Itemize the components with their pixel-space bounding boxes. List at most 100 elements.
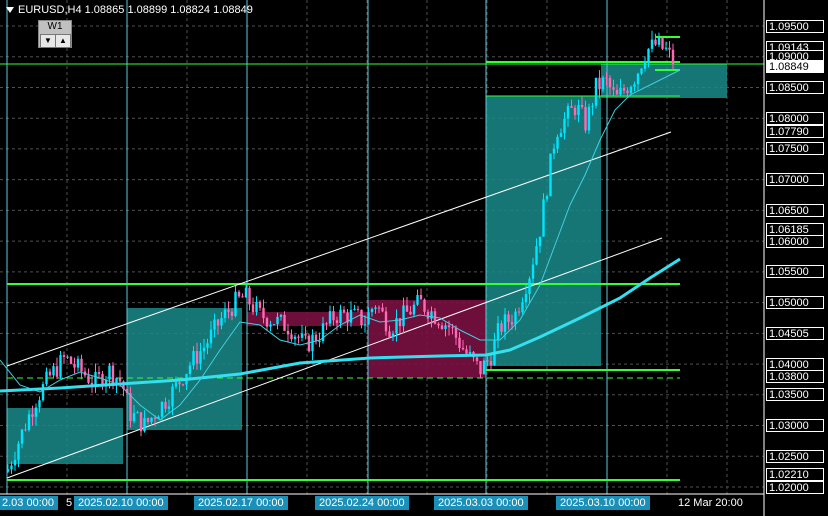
candle-bull <box>188 365 192 375</box>
candle-bull <box>391 333 395 338</box>
candle-bear <box>409 311 412 315</box>
candle-bull <box>34 407 38 417</box>
candle-bear <box>265 318 269 327</box>
candle-bear <box>181 384 185 386</box>
candle-bear <box>241 296 244 298</box>
candle-bear <box>342 309 346 313</box>
candle-bull <box>279 314 283 317</box>
candle-bull <box>213 319 216 330</box>
candle-bull <box>601 77 605 90</box>
candle-bull <box>629 86 633 94</box>
candle-bull <box>552 148 556 154</box>
candle-bear <box>69 356 73 364</box>
dropdown-triangle-icon[interactable] <box>6 7 14 14</box>
candle-bull <box>66 356 69 358</box>
candle-bear <box>598 77 601 90</box>
candle-bull <box>524 294 528 303</box>
candle-bear <box>447 325 451 328</box>
candle-bear <box>139 412 143 432</box>
candle-bear <box>286 330 290 335</box>
candle-bull <box>594 77 598 106</box>
price-label: 1.08849 <box>766 59 824 73</box>
candle-bear <box>584 106 587 131</box>
candle-bear <box>153 417 157 420</box>
candle-bear <box>178 382 181 385</box>
candle-bear <box>388 331 391 338</box>
candle-bull <box>318 341 321 343</box>
candle-bull <box>416 294 419 305</box>
candle-bear <box>671 49 675 65</box>
candle-bear <box>612 87 615 90</box>
candle-bear <box>129 393 132 422</box>
candle-bull <box>167 406 171 409</box>
candle-bull <box>202 347 206 352</box>
candle-bull <box>545 196 549 200</box>
candle-bull <box>559 133 563 137</box>
candle-bull <box>514 311 517 325</box>
candle-bull <box>444 325 447 329</box>
candle-bear <box>251 304 255 313</box>
candle-bear <box>605 77 608 79</box>
candle-bear <box>62 355 66 357</box>
price-label: 1.02000 <box>766 480 824 494</box>
candle-bear <box>195 351 199 364</box>
candle-bull <box>192 351 195 366</box>
candle-bear <box>426 311 430 319</box>
candle-bull <box>171 386 174 407</box>
candle-bear <box>405 305 409 312</box>
price-label: 1.06500 <box>766 203 824 217</box>
down-arrow-button[interactable]: ▼ <box>40 34 56 48</box>
candle-bear <box>335 320 339 323</box>
candle-bear <box>458 337 461 349</box>
candle-bull <box>143 418 146 432</box>
price-label: 1.05500 <box>766 265 824 279</box>
candle-bull <box>633 84 636 87</box>
candle-bull <box>76 358 80 368</box>
candle-bull <box>528 278 531 295</box>
candle-bull <box>664 47 668 49</box>
candle-bear <box>507 314 510 323</box>
candle-bull <box>468 351 472 354</box>
price-label: 1.07000 <box>766 173 824 187</box>
candle-bear <box>237 291 241 297</box>
candle-bear <box>654 39 657 45</box>
candle-bear <box>517 311 521 313</box>
candle-bull <box>647 48 650 62</box>
candle-bear <box>454 327 458 338</box>
candle-bull <box>521 302 524 313</box>
candle-bull <box>17 443 20 460</box>
zone-rect <box>7 408 123 464</box>
candle-bull <box>587 106 591 131</box>
price-chart[interactable] <box>0 0 828 516</box>
candle-bear <box>580 104 584 107</box>
candle-bear <box>146 418 150 422</box>
timeframe-box[interactable]: W1 ▼ ▲ <box>38 20 72 48</box>
candle-bear <box>227 309 230 312</box>
candle-bull <box>640 68 643 74</box>
candle-bear <box>419 294 423 300</box>
candle-bear <box>489 361 493 366</box>
price-label: 1.03500 <box>766 388 824 402</box>
candle-bull <box>20 429 24 444</box>
candle-bull <box>276 316 279 325</box>
candle-bull <box>535 246 538 265</box>
candle-bull <box>209 329 213 344</box>
candle-bear <box>297 336 300 338</box>
candle-bull <box>136 412 139 414</box>
candle-bear <box>437 323 440 326</box>
symbol-info: EURUSD,H4 1.08865 1.08899 1.08824 1.0884… <box>18 4 253 16</box>
candle-bull <box>108 365 111 380</box>
candle-bull <box>41 384 45 401</box>
candle-bull <box>370 308 374 313</box>
price-label: 1.07500 <box>766 142 824 156</box>
candle-bull <box>657 37 661 45</box>
candle-bull <box>349 309 353 323</box>
candle-bull <box>160 401 164 417</box>
date-label: 2025.03.03 00:00 <box>434 496 528 510</box>
up-arrow-button[interactable]: ▲ <box>55 34 71 48</box>
candle-bull <box>132 413 136 422</box>
candle-bear <box>87 375 90 383</box>
candle-bear <box>290 334 293 340</box>
candle-bull <box>244 287 248 298</box>
date-label: 2.03 00:00 <box>0 496 58 510</box>
